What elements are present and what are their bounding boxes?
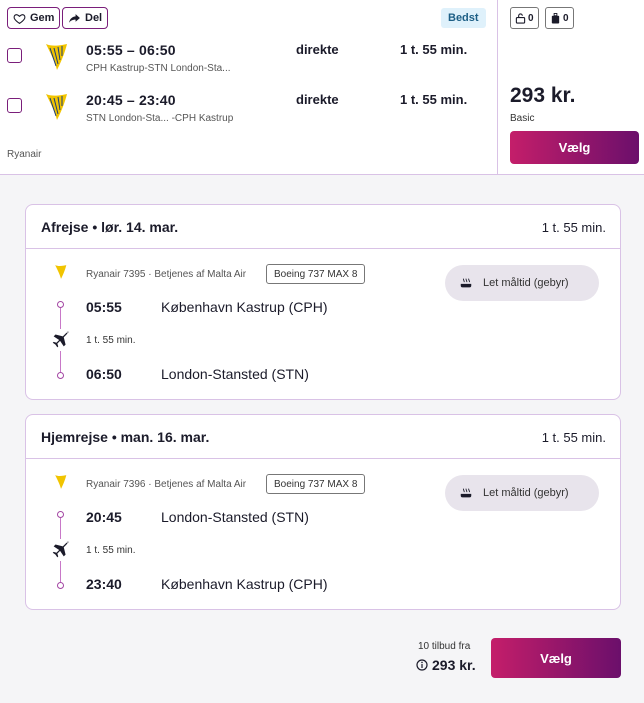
detail-duration: 1 t. 55 min.: [541, 430, 606, 445]
info-icon[interactable]: [416, 659, 428, 671]
share-button[interactable]: Del: [62, 7, 109, 29]
cabin-bag-count: 0: [563, 12, 569, 24]
departure-airport: London-Stansted (STN): [161, 509, 309, 525]
heart-icon: [13, 13, 26, 24]
save-button[interactable]: Gem: [7, 7, 61, 29]
segment-duration: 1 t. 55 min.: [86, 335, 136, 346]
departure-time: 05:55: [86, 299, 122, 315]
flight-result-card[interactable]: Gem Del Bedst 05:55 – 06:50 CPH Kastrup-…: [0, 0, 644, 175]
leg-route: CPH Kastrup-STN London-Sta...: [86, 63, 231, 74]
detail-title: Hjemrejse • man. 16. mar.: [41, 429, 210, 445]
arrival-time: 06:50: [86, 366, 122, 382]
outbound-detail-card: Afrejse • lør. 14. mar. 1 t. 55 min. Rya…: [25, 204, 621, 400]
detail-duration: 1 t. 55 min.: [541, 220, 606, 235]
footer-price: 293 kr.: [416, 657, 476, 673]
leg-times: 05:55 – 06:50: [86, 42, 176, 58]
leg-checkbox[interactable]: [7, 48, 22, 63]
share-arrow-icon: [69, 13, 80, 23]
leg-duration: 1 t. 55 min.: [400, 42, 468, 57]
footer-select-button[interactable]: Vælg: [491, 638, 621, 678]
ryanair-harp-logo: [46, 44, 67, 70]
leg-row-outbound[interactable]: 05:55 – 06:50 CPH Kastrup-STN London-Sta…: [0, 40, 497, 80]
save-label: Gem: [30, 12, 55, 24]
meal-label: Let måltid (gebyr): [483, 487, 569, 499]
arrival-airport: London-Stansted (STN): [161, 366, 309, 382]
cabin-bag-badge: 0: [545, 7, 574, 29]
cabin-bag-icon: [551, 12, 560, 24]
footer-price-value: 293 kr.: [432, 657, 476, 673]
return-detail-card: Hjemrejse • man. 16. mar. 1 t. 55 min. R…: [25, 414, 621, 610]
personal-item-count: 0: [528, 12, 534, 24]
personal-item-icon: [515, 12, 526, 24]
leg-duration: 1 t. 55 min.: [400, 92, 468, 107]
meal-pill[interactable]: Let måltid (gebyr): [445, 265, 599, 301]
leg-row-return[interactable]: 20:45 – 23:40 STN London-Sta... -CPH Kas…: [0, 90, 497, 130]
leg-route: STN London-Sta... -CPH Kastrup: [86, 113, 234, 124]
offers-count: 10 tilbud fra: [418, 641, 471, 652]
ryanair-harp-logo: [46, 94, 67, 120]
aircraft-badge: Boeing 737 MAX 8: [266, 264, 366, 284]
timeline-line: [60, 351, 61, 372]
flight-info: Ryanair 7395 · Betjenes af Malta Air: [86, 269, 247, 280]
leg-stops: direkte: [296, 92, 339, 107]
flight-info: Ryanair 7396 · Betjenes af Malta Air: [86, 479, 247, 490]
result-itinerary: Gem Del Bedst 05:55 – 06:50 CPH Kastrup-…: [0, 0, 497, 175]
price: 293 kr.: [510, 84, 576, 107]
arrival-airport: København Kastrup (CPH): [161, 576, 328, 592]
departure-time: 20:45: [86, 509, 122, 525]
meal-pill[interactable]: Let måltid (gebyr): [445, 475, 599, 511]
meal-label: Let måltid (gebyr): [483, 277, 569, 289]
share-label: Del: [85, 12, 103, 24]
airline-name: Ryanair: [7, 149, 42, 160]
segment-duration: 1 t. 55 min.: [86, 545, 136, 556]
arrival-time: 23:40: [86, 576, 122, 592]
best-badge: Bedst: [441, 8, 486, 28]
timeline-dot: [57, 301, 64, 308]
leg-stops: direkte: [296, 42, 339, 57]
aircraft-badge: Boeing 737 MAX 8: [266, 474, 366, 494]
leg-checkbox[interactable]: [7, 98, 22, 113]
personal-item-badge: 0: [510, 7, 539, 29]
timeline-line: [60, 308, 61, 329]
departure-airport: København Kastrup (CPH): [161, 299, 328, 315]
select-button[interactable]: Vælg: [510, 131, 639, 164]
detail-title: Afrejse • lør. 14. mar.: [41, 219, 179, 235]
detail-header: Afrejse • lør. 14. mar. 1 t. 55 min.: [26, 205, 620, 249]
timeline-line: [60, 561, 61, 582]
timeline-line: [60, 518, 61, 539]
timeline-dot: [57, 372, 64, 379]
meal-icon: [460, 488, 472, 498]
detail-header: Hjemrejse • man. 16. mar. 1 t. 55 min.: [26, 415, 620, 459]
plane-icon: [52, 540, 70, 558]
result-price-panel: 0 0 293 kr. Basic Vælg: [497, 0, 644, 175]
timeline-dot: [57, 511, 64, 518]
plane-icon: [52, 330, 70, 348]
fare-name: Basic: [510, 113, 535, 124]
timeline-dot: [57, 582, 64, 589]
leg-times: 20:45 – 23:40: [86, 92, 176, 108]
meal-icon: [460, 278, 472, 288]
ryanair-harp-logo: [55, 475, 67, 489]
ryanair-harp-logo: [55, 265, 67, 279]
